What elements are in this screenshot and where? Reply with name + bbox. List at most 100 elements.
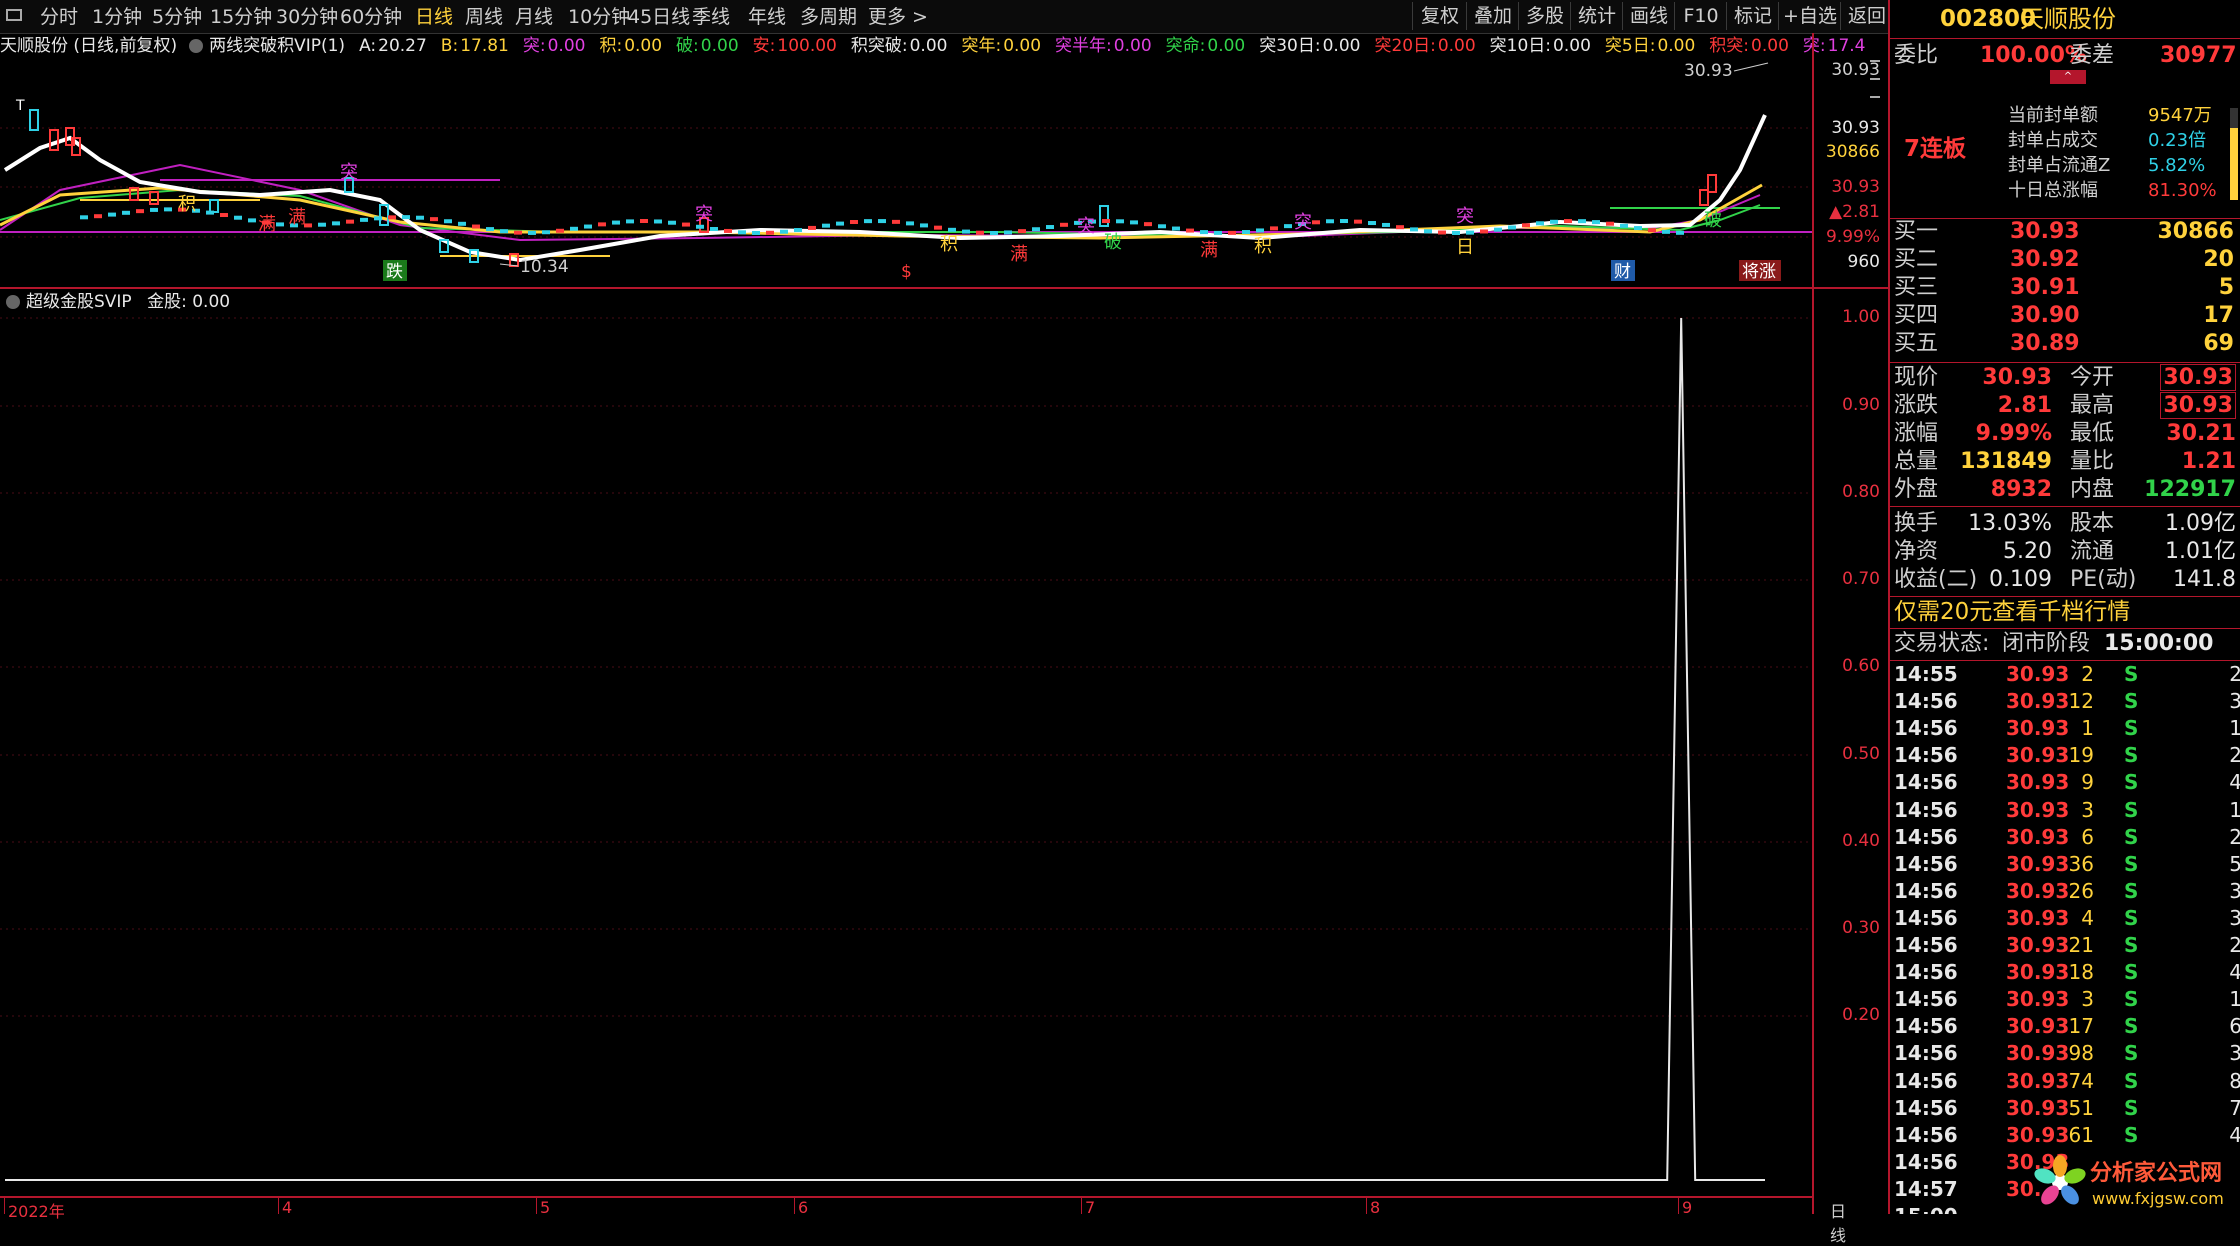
candlestick <box>1396 225 1404 230</box>
tick-price: 30.93 <box>2006 824 2070 849</box>
indicator-axis-label: 0.40 <box>1842 831 1880 851</box>
fundamental-value: 1.09亿 <box>2165 511 2236 536</box>
tick-count: 1 <box>2229 715 2240 742</box>
seal-info-key: 当前封单额 <box>2008 105 2098 126</box>
tick-side: S <box>2124 1068 2139 1093</box>
candlestick <box>906 221 914 226</box>
candlestick <box>990 230 998 235</box>
signal-marker: 将涨 <box>1742 262 1776 282</box>
price-chart[interactable]: 30.9310.34T积满 满突突积 满突破满积突 突日破跌 $ 财将涨 <box>0 0 1812 1214</box>
candlestick <box>682 222 690 227</box>
limit-up-tag: 7连板 <box>1904 136 1967 162</box>
signal-label: 满 <box>1010 244 1028 265</box>
quote-label: 内盘 <box>2070 477 2115 502</box>
candlestick <box>94 214 102 219</box>
tick-price: 30.93 <box>2006 905 2070 930</box>
tick-side: S <box>2124 1041 2139 1066</box>
tick-volume: 3 <box>2081 797 2094 822</box>
candlestick <box>738 230 746 235</box>
candlestick <box>220 213 228 218</box>
candlestick <box>1480 229 1488 234</box>
signal-label: 破 <box>1104 232 1122 253</box>
candlestick <box>276 222 284 227</box>
tick-side: S <box>2124 987 2139 1012</box>
candlestick <box>29 109 39 131</box>
candlestick <box>584 224 592 229</box>
candlestick <box>878 219 886 224</box>
tick-volume: 17 <box>2068 1014 2094 1039</box>
date-axis: 2022年 4 5 6 7 8 9 日线 <box>0 1196 1846 1245</box>
quote-label: 总量 <box>1894 449 1939 474</box>
bid-price: 30.89 <box>2010 331 2080 356</box>
candlestick <box>234 215 242 220</box>
candlestick <box>1354 219 1362 224</box>
high-price-pointer <box>1733 62 1769 72</box>
tick-side: S <box>2124 1095 2139 1120</box>
sub-indicator-name[interactable]: 超级金股SVIP <box>26 292 132 312</box>
tick-side: S <box>2124 933 2139 957</box>
candlestick <box>948 227 956 232</box>
tick-volume: 74 <box>2068 1068 2094 1093</box>
tick-time: 14:56 <box>1894 1122 1958 1147</box>
indicator-axis-label: 0.30 <box>1842 918 1880 938</box>
tick-time: 14:56 <box>1894 905 1958 930</box>
tick-volume: 21 <box>2068 933 2094 957</box>
candlestick <box>1382 222 1390 227</box>
tick-count: 6 <box>2229 1013 2240 1040</box>
candlestick <box>486 227 494 232</box>
promo-link[interactable]: 仅需20元查看千档行情 <box>1894 599 2130 626</box>
tick-count: 4 <box>2229 959 2240 986</box>
quote-value: 8932 <box>1990 477 2052 502</box>
indicator-axis-label: 0.90 <box>1842 395 1880 415</box>
signal-label: 突 <box>1077 216 1095 237</box>
seal-info-value: 9547万 <box>2148 105 2212 126</box>
tick-volume: 98 <box>2068 1041 2094 1066</box>
candlestick <box>1312 220 1320 225</box>
candlestick <box>864 219 872 224</box>
trade-state-value: 闭市阶段 <box>2002 631 2091 656</box>
candlestick <box>1144 222 1152 227</box>
dropdown-circle-icon[interactable] <box>6 295 20 309</box>
quote-value: 1.21 <box>2181 449 2236 474</box>
candlestick <box>1130 220 1138 225</box>
candlestick <box>570 226 578 231</box>
tick-row: 14:56 30.93 6 S 2 <box>1894 824 2240 851</box>
tick-side: S <box>2124 689 2139 714</box>
candlestick <box>612 220 620 225</box>
tick-time: 14:56 <box>1894 1014 1958 1039</box>
seal-bar-fill <box>2230 128 2238 200</box>
candlestick <box>379 204 389 226</box>
tick-side: S <box>2124 770 2139 795</box>
quote-label: 外盘 <box>1894 477 1939 502</box>
signal-marker: 跌 <box>386 262 403 282</box>
separator <box>1890 38 2240 39</box>
tick-row: 14:56 30.9351 S 7 <box>1894 1095 2240 1122</box>
candlestick <box>976 230 984 235</box>
date-axis-label: 6 <box>798 1198 809 1217</box>
tick-price: 30.93 <box>2006 1041 2070 1066</box>
candlestick <box>80 215 88 220</box>
collapse-icon[interactable]: ^ <box>2050 70 2086 84</box>
tick-time: 14:56 <box>1894 689 1958 714</box>
tick-side: S <box>2124 960 2139 985</box>
price-axis-label: 30866 <box>1825 142 1880 162</box>
candlestick <box>1536 221 1544 226</box>
tick-row: 14:56 30.93 3 S 1 <box>1894 986 2240 1013</box>
candlestick <box>1018 229 1026 234</box>
date-axis-label: 9 <box>1682 1198 1693 1217</box>
trade-time: 15:00:00 <box>2104 631 2214 656</box>
tick-row: 14:56 30.9321 S 2 <box>1894 932 2240 959</box>
quote-label: 最高 <box>2070 393 2115 418</box>
tick-count: 3 <box>2229 1040 2240 1067</box>
signal-label: 积 <box>1254 236 1272 257</box>
tick-side: S <box>2124 1014 2139 1039</box>
quote-value: 30.93 <box>1982 365 2052 390</box>
tick-side: S <box>2124 878 2139 903</box>
signal-label: 满 <box>1200 240 1218 261</box>
tick-row: 14:56 30.9312 S 3 <box>1894 688 2240 715</box>
candlestick <box>150 207 158 212</box>
candlestick <box>1116 219 1124 224</box>
fundamental-label: 收益(二) <box>1894 567 1978 592</box>
date-axis-tick <box>1678 1198 1679 1214</box>
toolbar-button[interactable]: 返回 <box>1840 2 1893 30</box>
